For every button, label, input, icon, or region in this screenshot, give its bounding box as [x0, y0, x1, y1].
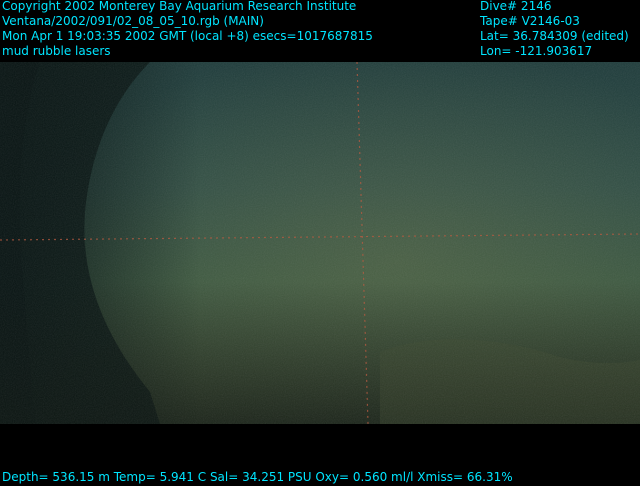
- overlay-top-right: Dive# 2146 Tape# V2146-03 Lat= 36.784309…: [480, 0, 629, 59]
- underwater-video-image: [0, 62, 640, 424]
- file-name-line: Ventana/2002/091/02_08_05_10.rgb (MAIN): [2, 14, 264, 28]
- overlay-bottom-sensors: Depth= 536.15 m Temp= 5.941 C Sal= 34.25…: [2, 470, 513, 484]
- keywords-line: mud rubble lasers: [2, 44, 111, 58]
- video-frame: Copyright 2002 Monterey Bay Aquarium Res…: [0, 0, 640, 486]
- overlay-top-left: Copyright 2002 Monterey Bay Aquarium Res…: [2, 0, 373, 59]
- longitude: Lon= -121.903617: [480, 44, 593, 58]
- timestamp-line: Mon Apr 1 19:03:35 2002 GMT (local +8) e…: [2, 29, 373, 43]
- latitude: Lat= 36.784309 (edited): [480, 29, 629, 43]
- tape-number: Tape# V2146-03: [480, 14, 580, 28]
- dive-number: Dive# 2146: [480, 0, 552, 13]
- copyright-line: Copyright 2002 Monterey Bay Aquarium Res…: [2, 0, 357, 13]
